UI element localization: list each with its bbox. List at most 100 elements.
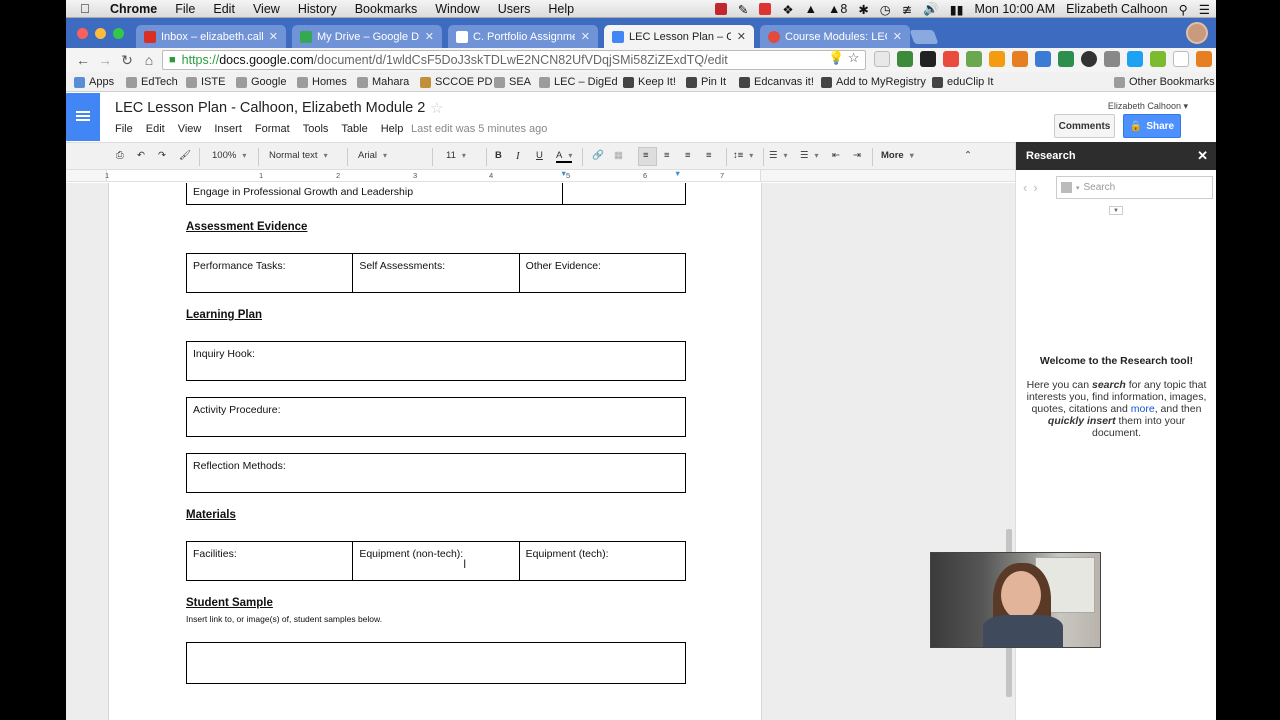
extension-icon[interactable] (1058, 51, 1074, 67)
tab-drive[interactable]: My Drive – Google Drive ✕ (292, 25, 442, 48)
back-icon[interactable]: ‹ (1023, 180, 1033, 195)
align-right-icon[interactable]: ≡ (685, 150, 691, 161)
document-page[interactable]: Engage in Professional Growth and Leader… (108, 183, 762, 720)
menu-window[interactable]: Window (435, 2, 479, 16)
close-icon[interactable]: ✕ (1197, 148, 1208, 164)
activity-table[interactable]: Activity Procedure: (186, 397, 686, 437)
chevron-down-icon[interactable]: ▾ (1076, 184, 1080, 192)
extension-icon[interactable] (874, 51, 890, 67)
extension-icon[interactable] (897, 51, 913, 67)
table-cell[interactable]: Engage in Professional Growth and Leader… (187, 183, 563, 204)
tab-lesson-plan[interactable]: LEC Lesson Plan – Calhoon ✕ (604, 25, 754, 48)
menu-file[interactable]: File (175, 2, 195, 16)
extension-icon[interactable] (966, 51, 982, 67)
font-select[interactable]: Arial (358, 150, 424, 161)
research-more-link[interactable]: more (1131, 403, 1155, 415)
bookmark-iste[interactable]: ISTE (186, 76, 225, 88)
docs-menu-table[interactable]: Table (341, 123, 367, 135)
align-left-icon[interactable]: ≡ (643, 150, 649, 161)
new-tab-button[interactable] (909, 30, 939, 44)
collapse-toolbar-icon[interactable]: ⌃ (964, 150, 972, 161)
table-cell[interactable]: Facilities: (187, 542, 354, 580)
table-cell[interactable]: Self Assessments: (353, 254, 520, 292)
menu-users[interactable]: Users (498, 2, 531, 16)
extension-icon[interactable] (1012, 51, 1028, 67)
extension-icon[interactable] (1150, 51, 1166, 67)
docs-logo-icon[interactable] (66, 93, 100, 141)
docs-menu-insert[interactable]: Insert (214, 123, 242, 135)
menu-app-name[interactable]: Chrome (110, 2, 157, 16)
bluetooth-icon[interactable]: ✱ (858, 2, 868, 17)
share-button[interactable]: 🔒 Share (1123, 114, 1181, 138)
docs-menu-help[interactable]: Help (381, 123, 404, 135)
google-icon[interactable] (1061, 182, 1072, 193)
extension-icon[interactable] (989, 51, 1005, 67)
zoom-select[interactable]: 100% (212, 150, 246, 161)
decrease-indent-icon[interactable]: ⇤ (832, 150, 840, 161)
star-icon[interactable]: ☆ (430, 99, 443, 117)
research-search-input[interactable]: ▾ Search (1056, 176, 1213, 199)
menu-help[interactable]: Help (548, 2, 574, 16)
minimize-window-button[interactable] (95, 28, 106, 39)
close-tab-icon[interactable]: ✕ (893, 30, 902, 43)
notification-center-icon[interactable]: ☰ (1199, 2, 1210, 17)
home-icon[interactable]: ⌂ (138, 52, 160, 68)
tab-inbox[interactable]: Inbox – elizabeth.calhoon ✕ (136, 25, 286, 48)
extension-icon[interactable] (920, 51, 936, 67)
user-name[interactable]: Elizabeth Calhoon (1066, 2, 1167, 16)
back-icon[interactable]: ← (72, 52, 94, 68)
bookmark-keep-it[interactable]: Keep It! (623, 76, 676, 88)
table-cell[interactable]: Equipment (tech): (520, 542, 685, 580)
undo-icon[interactable]: ↶ (137, 150, 145, 161)
docs-menu-view[interactable]: View (178, 123, 202, 135)
spotlight-icon[interactable]: ⚲ (1179, 2, 1188, 17)
table-cell[interactable]: Inquiry Hook: (187, 342, 685, 380)
bookmark-apps[interactable]: Apps (74, 76, 114, 88)
docs-menu-file[interactable]: File (115, 123, 133, 135)
italic-icon[interactable]: I (516, 150, 520, 162)
bold-icon[interactable]: B (495, 150, 502, 161)
close-tab-icon[interactable]: ✕ (737, 30, 746, 43)
apple-icon[interactable]:  (80, 1, 96, 16)
close-app-icon[interactable] (759, 3, 772, 15)
more-menu[interactable]: More (881, 150, 914, 161)
close-tab-icon[interactable]: ✕ (425, 30, 434, 43)
inquiry-table[interactable]: Inquiry Hook: (186, 341, 686, 381)
increase-indent-icon[interactable]: ⇥ (853, 150, 861, 161)
reflection-table[interactable]: Reflection Methods: (186, 453, 686, 493)
drive-icon[interactable]: ▲ (805, 2, 817, 16)
evernote-icon[interactable]: ✎ (738, 2, 748, 17)
font-size-select[interactable]: 11 (446, 150, 466, 161)
right-indent-marker-icon[interactable]: ▼ (674, 169, 681, 178)
extension-icon[interactable] (1104, 51, 1120, 67)
profile-avatar[interactable] (1186, 22, 1208, 44)
extension-icon[interactable] (1173, 51, 1189, 67)
bookmark-star-icon[interactable]: 💡 ☆ (828, 50, 859, 66)
battery-icon[interactable]: ▮▮ (950, 2, 964, 17)
align-center-icon[interactable]: ≡ (664, 150, 670, 161)
table-cell[interactable]: Performance Tasks: (187, 254, 354, 292)
close-tab-icon[interactable]: ✕ (581, 30, 590, 43)
forward-icon[interactable]: › (1033, 180, 1043, 195)
bookmark-pin-it[interactable]: Pin It (686, 76, 726, 88)
translate-icon[interactable] (1035, 51, 1051, 67)
docs-menu-edit[interactable]: Edit (146, 123, 165, 135)
tab-course-modules[interactable]: Course Modules: LEC Digit ✕ (760, 25, 910, 48)
student-sample-table[interactable] (186, 642, 686, 684)
table-cell[interactable] (187, 643, 685, 683)
adobe-badge-icon[interactable]: ▲8 (828, 2, 847, 16)
table-cell[interactable]: Activity Procedure: (187, 398, 685, 436)
tab-portfolio[interactable]: C. Portfolio Assignment – ✕ (448, 25, 598, 48)
menu-bookmarks[interactable]: Bookmarks (355, 2, 418, 16)
print-icon[interactable]: ⎙ (116, 150, 124, 161)
volume-icon[interactable]: 🔊 (923, 2, 939, 17)
bookmark-edcanvas[interactable]: Edcanvas it! (739, 76, 814, 88)
bookmark-sccoe-pd[interactable]: SCCOE PD (420, 76, 492, 88)
text-color-icon[interactable]: A (556, 150, 573, 163)
table-cell[interactable] (563, 183, 685, 204)
document-title[interactable]: LEC Lesson Plan - Calhoon, Elizabeth Mod… (115, 100, 425, 116)
close-window-button[interactable] (77, 28, 88, 39)
reload-icon[interactable]: ↻ (116, 52, 138, 69)
bookmark-mahara[interactable]: Mahara (357, 76, 409, 88)
dropbox-icon[interactable]: ❖ (782, 2, 793, 17)
